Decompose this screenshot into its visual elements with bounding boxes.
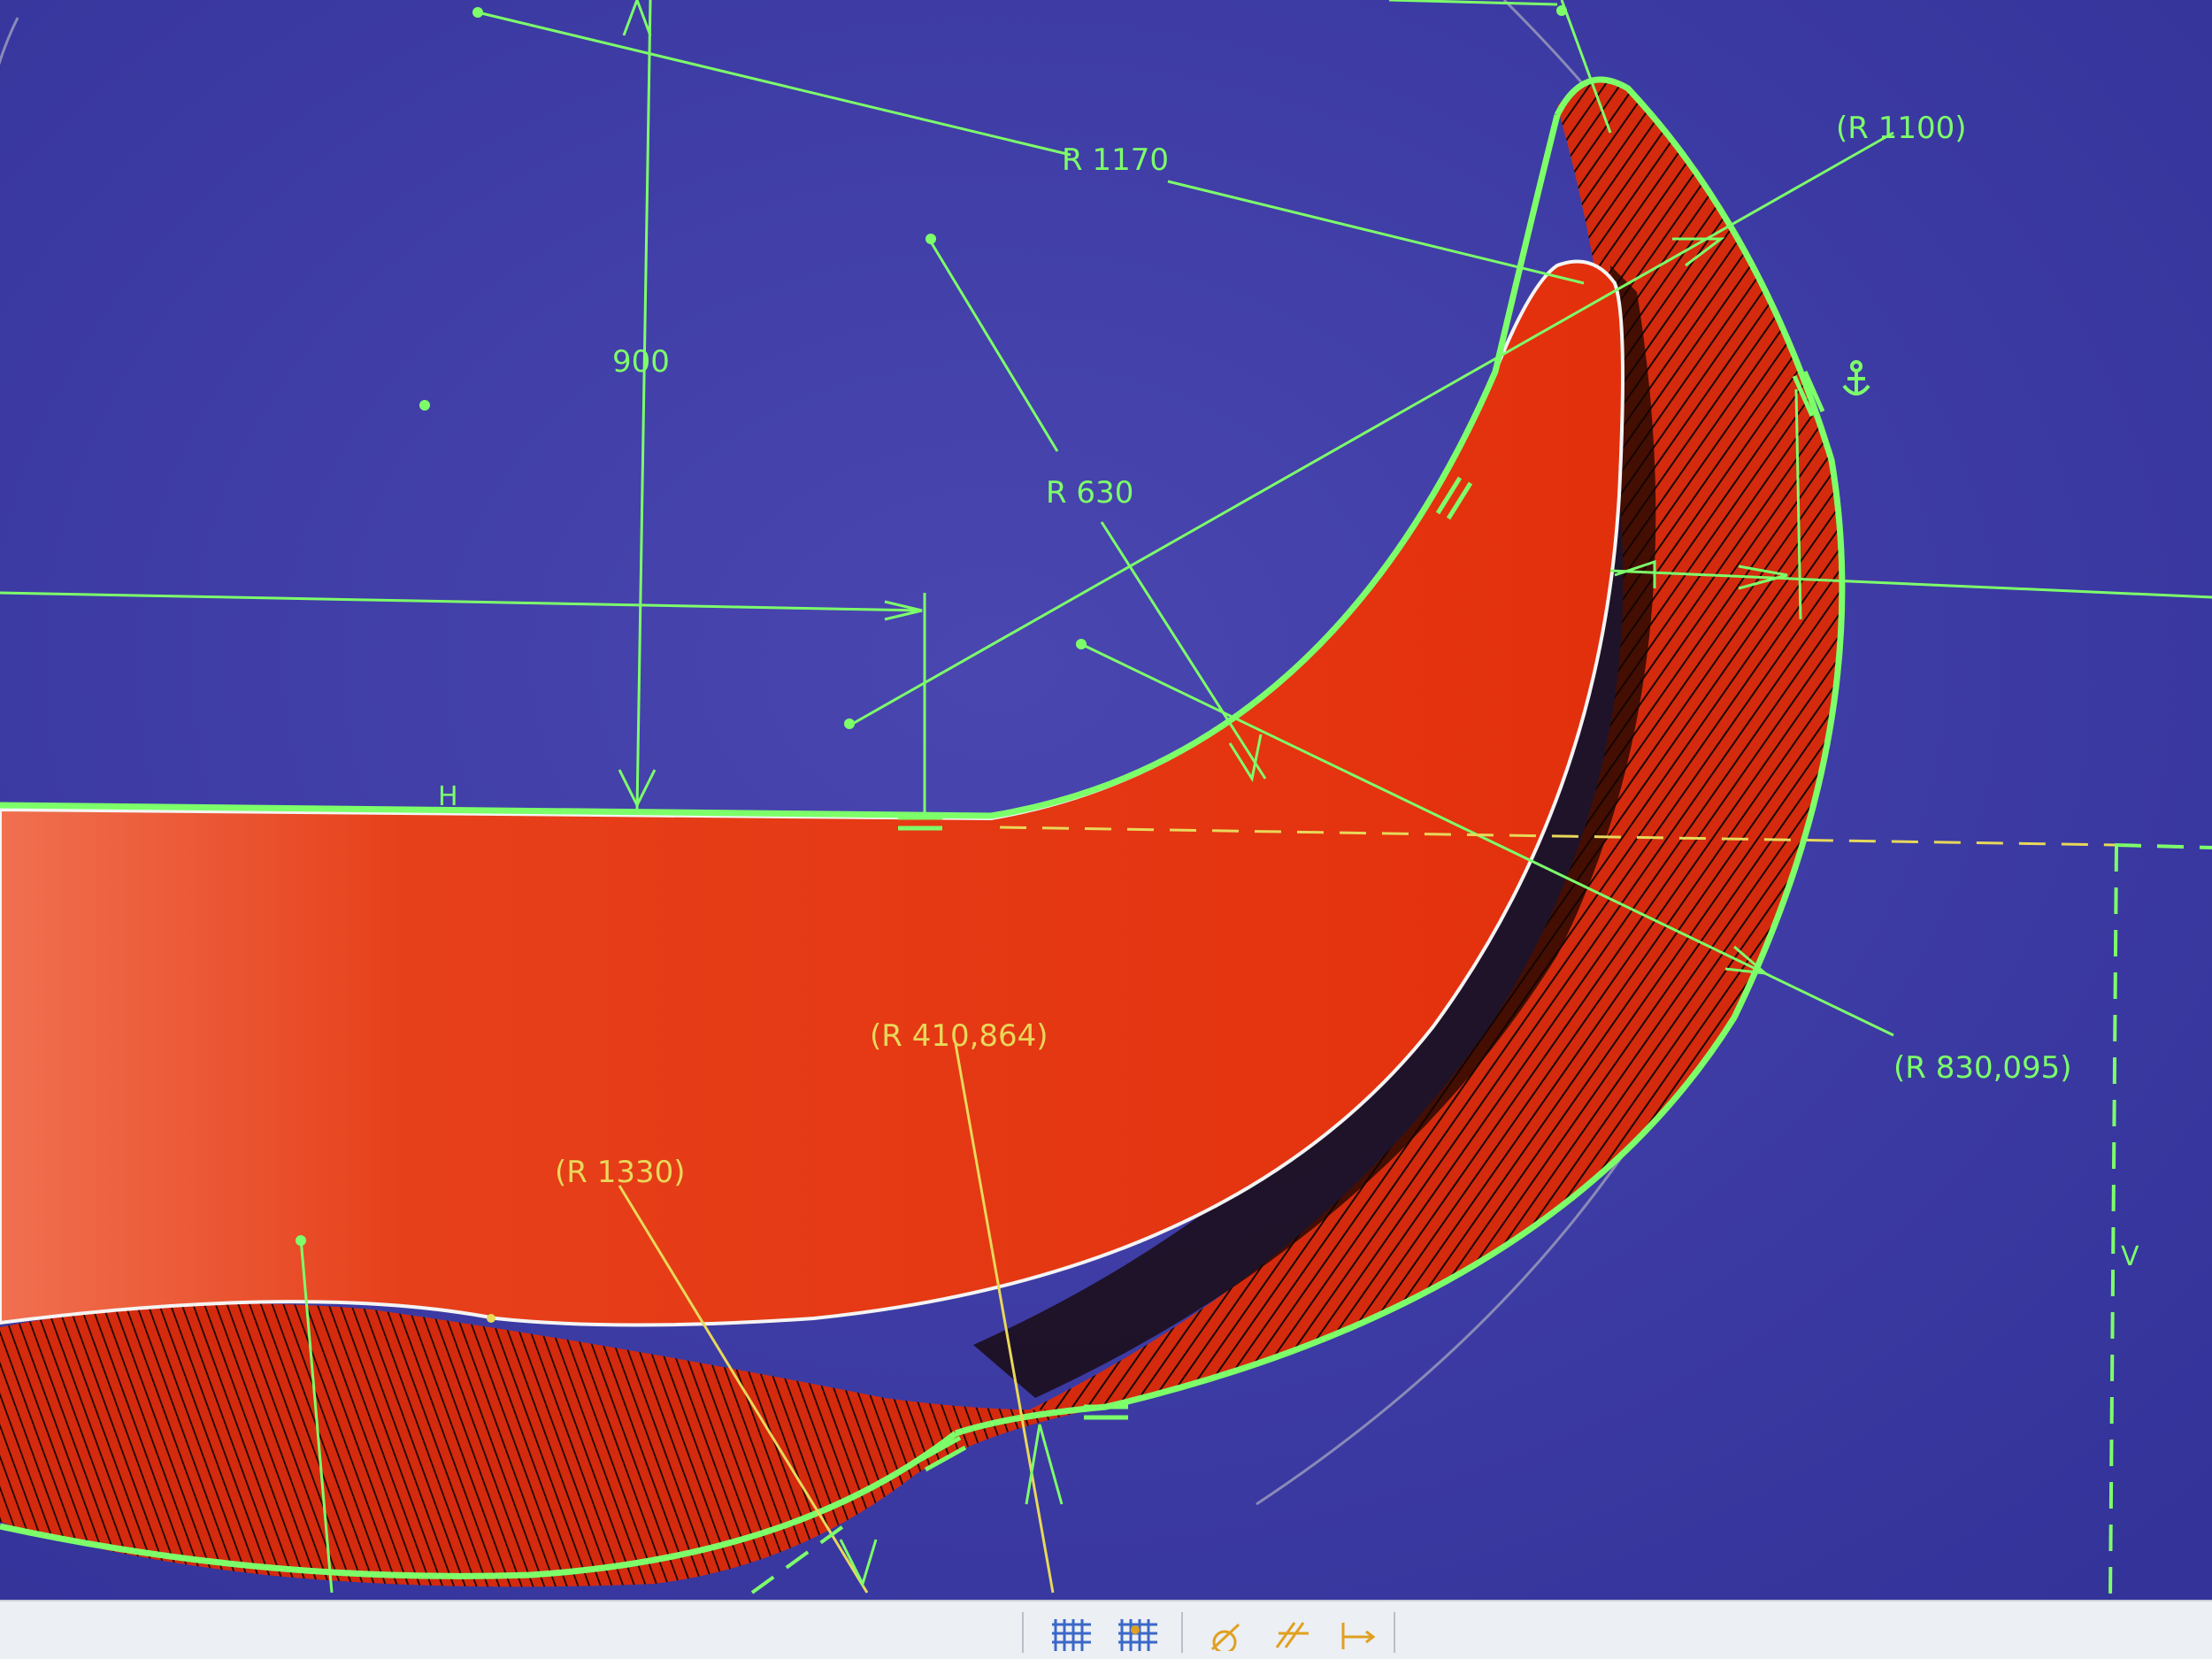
dimension-r830[interactable]: (R 830,095) <box>1893 1050 2072 1086</box>
trim-icon[interactable] <box>1270 1614 1316 1653</box>
bottom-toolbar <box>0 1600 2212 1659</box>
vertical-constraint[interactable]: V <box>2121 1241 2139 1272</box>
dimension-r1170[interactable]: R 1170 <box>1062 142 1169 178</box>
dimension-r410[interactable]: (R 410,864) <box>870 1018 1048 1054</box>
toolbar-separator <box>1394 1612 1395 1653</box>
cad-sketch-viewport[interactable]: R 1170 (R 1100) 900 R 630 (R 410,864) (R… <box>0 0 2212 1659</box>
dimension-r1100[interactable]: (R 1100) <box>1836 111 1967 146</box>
toolbar-separator <box>1181 1612 1183 1653</box>
sketch-canvas[interactable]: R 1170 (R 1100) 900 R 630 (R 410,864) (R… <box>0 0 2212 1659</box>
horizontal-constraint[interactable]: H <box>438 781 458 812</box>
dimension-icon[interactable] <box>1336 1614 1382 1653</box>
dimension-900[interactable]: 900 <box>612 344 670 380</box>
grid-snap-icon[interactable] <box>1115 1614 1161 1653</box>
grid-icon[interactable] <box>1048 1614 1094 1653</box>
dimension-r1330[interactable]: (R 1330) <box>555 1155 686 1190</box>
toolbar-separator <box>1022 1612 1024 1653</box>
dimension-r630[interactable]: R 630 <box>1046 475 1133 511</box>
sketch-constraint-icon[interactable] <box>1203 1614 1249 1653</box>
